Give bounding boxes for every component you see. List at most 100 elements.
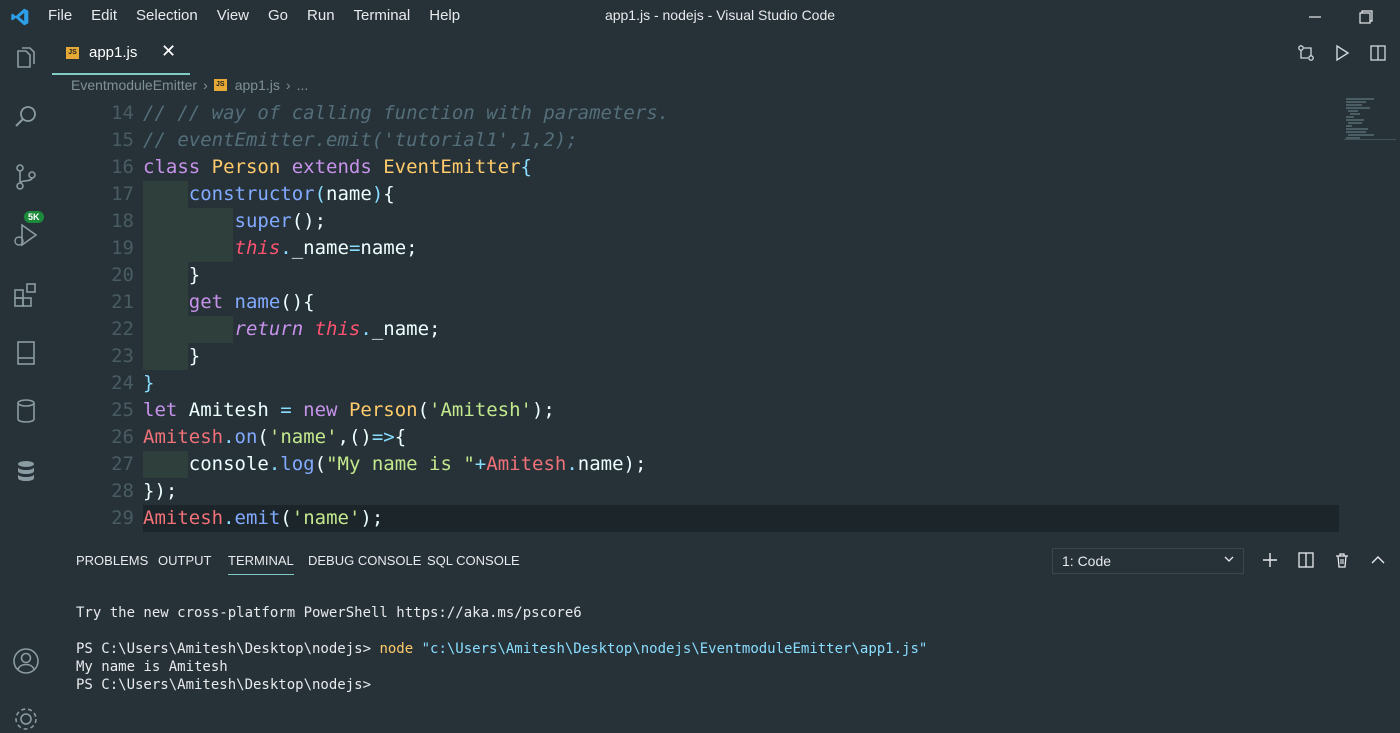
tab-sql-console[interactable]: SQL CONSOLE [427, 553, 520, 568]
tab-debug-console[interactable]: DEBUG CONSOLE [308, 553, 421, 568]
code-token: ); [531, 399, 555, 421]
code-line[interactable]: 22 return this._name; [52, 316, 1342, 343]
explorer-icon[interactable] [12, 45, 40, 73]
code-token: this [314, 318, 361, 340]
account-icon[interactable] [12, 647, 40, 675]
split-editor-icon[interactable] [1369, 44, 1387, 62]
breadcrumb-folder[interactable]: EventmoduleEmitter [71, 77, 197, 93]
code-token: ); [360, 507, 384, 529]
close-icon[interactable]: ✕ [161, 41, 176, 62]
code-token: _name [291, 237, 349, 259]
database-icon[interactable] [12, 397, 40, 425]
restore-icon[interactable] [1357, 8, 1375, 26]
tab-terminal[interactable]: TERMINAL [228, 553, 294, 575]
code-token: . [223, 426, 235, 448]
terminal-select[interactable]: 1: Code [1052, 548, 1244, 574]
js-file-icon: JS [66, 47, 79, 59]
tab-problems[interactable]: PROBLEMS [76, 553, 148, 568]
code-token: name; [360, 237, 418, 259]
code-token: } [143, 264, 201, 286]
code-token: ) [371, 183, 384, 205]
line-number: 24 [111, 372, 134, 394]
code-text: this._name=name; [143, 235, 418, 262]
code-token: = [280, 399, 304, 421]
breadcrumb-file[interactable]: app1.js [235, 77, 280, 93]
tab-label: app1.js [89, 44, 138, 61]
code-token: 'name' [268, 426, 338, 448]
trash-icon[interactable] [1333, 551, 1351, 569]
code-token: ( [280, 507, 292, 529]
editor-tab-bar: JS app1.js ✕ [52, 33, 1400, 75]
code-line[interactable]: 26 Amitesh.on('name',()=>{ [52, 424, 1342, 451]
code-token: { [394, 426, 407, 448]
code-line[interactable]: 18 super(); [52, 208, 1342, 235]
code-token: EventEmitter [383, 156, 521, 178]
code-line[interactable]: 25 let Amitesh = new Person('Amitesh'); [52, 397, 1342, 424]
code-line[interactable]: 20 } [52, 262, 1342, 289]
code-line[interactable]: 14 // // way of calling function with par… [52, 100, 1342, 127]
code-line[interactable]: 19 this._name=name; [52, 235, 1342, 262]
code-text: get name(){ [143, 289, 315, 316]
split-terminal-icon[interactable] [1297, 551, 1315, 569]
line-number: 23 [111, 345, 134, 367]
code-text: class Person extends EventEmitter{ [143, 154, 532, 181]
settings-gear-icon[interactable] [12, 705, 40, 733]
code-text: console.log("My name is "+Amitesh.name); [143, 451, 647, 478]
tab-app1-js[interactable]: JS app1.js ✕ [52, 33, 190, 75]
code-token: emit [234, 507, 281, 529]
terminal-output[interactable]: Try the new cross-platform PowerShell ht… [76, 604, 927, 694]
source-control-icon[interactable] [12, 163, 40, 191]
search-icon[interactable] [12, 103, 40, 131]
code-token: let [143, 399, 189, 421]
code-line[interactable]: 28}); [52, 478, 1342, 505]
minimize-icon[interactable] [1306, 8, 1324, 26]
remote-explorer-icon[interactable] [12, 339, 40, 367]
code-line[interactable]: 27 console.log("My name is "+Amitesh.nam… [52, 451, 1342, 478]
breadcrumb-more[interactable]: ... [297, 77, 309, 93]
terminal-line: Try the new cross-platform PowerShell ht… [76, 605, 582, 621]
code-token: Amitesh [143, 507, 224, 529]
code-token: constructor [143, 183, 315, 205]
chevron-up-icon[interactable] [1369, 551, 1387, 569]
new-terminal-icon[interactable] [1261, 551, 1279, 569]
run-debug-icon[interactable] [12, 221, 40, 249]
code-token: Amitesh [188, 399, 281, 421]
code-text: let Amitesh = new Person('Amitesh'); [143, 397, 555, 424]
code-line[interactable]: 16 class Person extends EventEmitter{ [52, 154, 1342, 181]
code-token: . [223, 507, 235, 529]
code-token: { [383, 183, 395, 205]
code-token: + [474, 453, 487, 475]
code-line[interactable]: 24} [52, 370, 1342, 397]
code-token: name [326, 183, 372, 205]
terminal-line: PS C:\Users\Amitesh\Desktop\nodejs> [76, 677, 372, 693]
sql-icon[interactable] [12, 457, 40, 485]
code-editor[interactable]: 14 // // way of calling function with par… [52, 100, 1342, 536]
code-token: Person [348, 399, 418, 421]
code-token: . [566, 453, 578, 475]
code-line[interactable]: 15 // eventEmitter.emit('tutorial1',1,2); [52, 127, 1342, 154]
code-text: // // way of calling function with param… [143, 100, 669, 127]
code-token: return [143, 318, 315, 340]
code-token: // eventEmitter.emit('tutorial1',1,2); [143, 129, 578, 151]
code-line[interactable]: 17 constructor(name){ [52, 181, 1342, 208]
chevron-right-icon: › [203, 77, 208, 93]
code-token: Amitesh [143, 426, 224, 448]
code-token: (); [291, 210, 327, 232]
code-token: this [143, 237, 281, 259]
code-line[interactable]: 21 get name(){ [52, 289, 1342, 316]
line-number: 28 [111, 480, 134, 502]
title-bar: File Edit Selection View Go Run Terminal… [0, 0, 1400, 33]
code-token: on [234, 426, 258, 448]
line-number: 17 [111, 183, 134, 205]
activity-bar: 5K [0, 33, 52, 730]
code-line[interactable]: 29 Amitesh.emit('name'); [52, 505, 1342, 532]
extensions-icon[interactable] [12, 281, 40, 309]
code-token: new [303, 399, 349, 421]
code-text: Amitesh.emit('name'); [143, 505, 383, 532]
tab-output[interactable]: OUTPUT [158, 553, 211, 568]
minimap[interactable] [1344, 96, 1396, 142]
code-token: 'Amitesh' [429, 399, 532, 421]
run-file-icon[interactable] [1333, 44, 1351, 62]
open-changes-icon[interactable] [1297, 44, 1315, 62]
code-line[interactable]: 23 } [52, 343, 1342, 370]
